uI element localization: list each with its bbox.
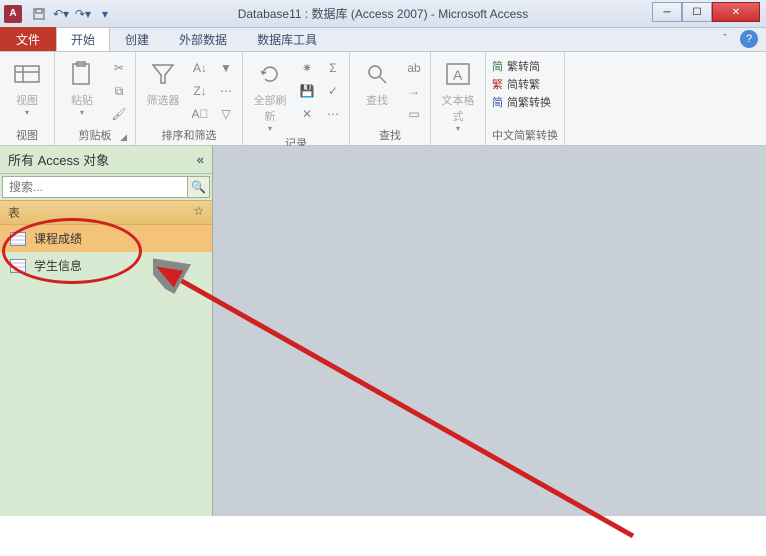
group-chinese-conversion: 简繁转简 繁简转繁 简简繁转换 中文简繁转换 bbox=[486, 52, 565, 145]
nav-group-tables[interactable]: 表 ☆ bbox=[0, 200, 212, 225]
nav-search-icon[interactable]: 🔍 bbox=[188, 176, 210, 198]
tab-external-data[interactable]: 外部数据 bbox=[164, 27, 242, 51]
save-record-icon[interactable]: 💾 bbox=[297, 81, 317, 101]
new-record-icon[interactable]: ✷ bbox=[297, 58, 317, 78]
sort-desc-icon[interactable]: Z↓ bbox=[190, 81, 210, 101]
nav-search-input[interactable] bbox=[2, 176, 188, 198]
group-clipboard: 粘贴 ✂ ⧉ 🖌 剪贴板◢ bbox=[55, 52, 136, 145]
tab-home[interactable]: 开始 bbox=[56, 27, 110, 51]
app-icon: A bbox=[4, 5, 22, 23]
window-controls: ─ ☐ ✕ bbox=[652, 2, 760, 22]
copy-icon[interactable]: ⧉ bbox=[109, 81, 129, 101]
table-icon bbox=[10, 232, 26, 246]
trad-to-simp-button[interactable]: 简繁转简 bbox=[492, 58, 551, 74]
nav-search: 🔍 bbox=[2, 176, 210, 198]
spelling-icon[interactable]: ✓ bbox=[323, 81, 343, 101]
document-area bbox=[213, 146, 766, 516]
remove-sort-icon[interactable]: A⃠ bbox=[190, 104, 210, 124]
filter-button[interactable]: 筛选器 bbox=[142, 54, 184, 108]
replace-icon[interactable]: ab bbox=[404, 58, 424, 78]
save-icon[interactable] bbox=[30, 5, 48, 23]
chinese-convert-button[interactable]: 简简繁转换 bbox=[492, 94, 551, 110]
undo-icon[interactable]: ↶▾ bbox=[52, 5, 70, 23]
paste-button[interactable]: 粘贴 bbox=[61, 54, 103, 117]
table-icon bbox=[10, 259, 26, 273]
ribbon-tabs: 文件 开始 创建 外部数据 数据库工具 ˆ ? bbox=[0, 28, 766, 52]
svg-text:A: A bbox=[453, 67, 463, 83]
quick-access-toolbar: ↶▾ ↷▾ ▾ bbox=[30, 5, 114, 23]
more-records-icon[interactable]: ⋯ bbox=[323, 104, 343, 124]
title-bar: A ↶▾ ↷▾ ▾ Database11 : 数据库 (Access 2007)… bbox=[0, 0, 766, 28]
group-find: 查找 ab → ▭ 查找 bbox=[350, 52, 431, 145]
view-button[interactable]: 视图 bbox=[6, 54, 48, 117]
collapse-group-icon[interactable]: ☆ bbox=[193, 204, 204, 221]
cut-icon[interactable]: ✂ bbox=[109, 58, 129, 78]
qat-customize-icon[interactable]: ▾ bbox=[96, 5, 114, 23]
text-format-button[interactable]: A 文本格式 bbox=[437, 54, 479, 133]
help-icon[interactable]: ? bbox=[740, 30, 758, 48]
selection-filter-icon[interactable]: ▼ bbox=[216, 58, 236, 78]
clipboard-dialog-launcher[interactable]: ◢ bbox=[120, 132, 127, 143]
sort-asc-icon[interactable]: A↓ bbox=[190, 58, 210, 78]
refresh-all-button[interactable]: 全部刷新 bbox=[249, 54, 291, 133]
goto-icon[interactable]: → bbox=[404, 81, 424, 101]
minimize-button[interactable]: ─ bbox=[652, 2, 682, 22]
window-title: Database11 : 数据库 (Access 2007) - Microso… bbox=[238, 5, 529, 22]
nav-pane-header[interactable]: 所有 Access 对象 « bbox=[0, 146, 212, 174]
delete-record-icon[interactable]: ✕ bbox=[297, 104, 317, 124]
close-button[interactable]: ✕ bbox=[712, 2, 760, 22]
nav-table-item[interactable]: 学生信息 bbox=[0, 252, 212, 279]
main-area: 所有 Access 对象 « 🔍 表 ☆ 课程成绩 学生信息 bbox=[0, 146, 766, 516]
maximize-button[interactable]: ☐ bbox=[682, 2, 712, 22]
format-painter-icon[interactable]: 🖌 bbox=[109, 104, 129, 124]
redo-icon[interactable]: ↷▾ bbox=[74, 5, 92, 23]
annotation-arrow bbox=[153, 256, 673, 556]
tab-create[interactable]: 创建 bbox=[110, 27, 164, 51]
nav-collapse-icon[interactable]: « bbox=[197, 152, 204, 167]
simp-to-trad-button[interactable]: 繁简转繁 bbox=[492, 76, 551, 92]
group-records: 全部刷新 ✷ 💾 ✕ Σ ✓ ⋯ 记录 bbox=[243, 52, 350, 145]
totals-icon[interactable]: Σ bbox=[323, 58, 343, 78]
minimize-ribbon-icon[interactable]: ˆ bbox=[716, 30, 734, 48]
ribbon: 视图 视图 粘贴 ✂ ⧉ 🖌 剪贴板◢ 筛选器 A↓ bbox=[0, 52, 766, 146]
group-text-format: A 文本格式 bbox=[431, 52, 486, 145]
navigation-pane: 所有 Access 对象 « 🔍 表 ☆ 课程成绩 学生信息 bbox=[0, 146, 213, 516]
group-view: 视图 视图 bbox=[0, 52, 55, 145]
group-sort-filter: 筛选器 A↓ Z↓ A⃠ ▼ ⋯ ▽ 排序和筛选 bbox=[136, 52, 243, 145]
nav-table-item[interactable]: 课程成绩 bbox=[0, 225, 212, 252]
advanced-filter-icon[interactable]: ⋯ bbox=[216, 81, 236, 101]
select-icon[interactable]: ▭ bbox=[404, 104, 424, 124]
tab-database-tools[interactable]: 数据库工具 bbox=[242, 27, 332, 51]
tab-file[interactable]: 文件 bbox=[0, 27, 56, 51]
toggle-filter-icon[interactable]: ▽ bbox=[216, 104, 236, 124]
find-button[interactable]: 查找 bbox=[356, 54, 398, 108]
